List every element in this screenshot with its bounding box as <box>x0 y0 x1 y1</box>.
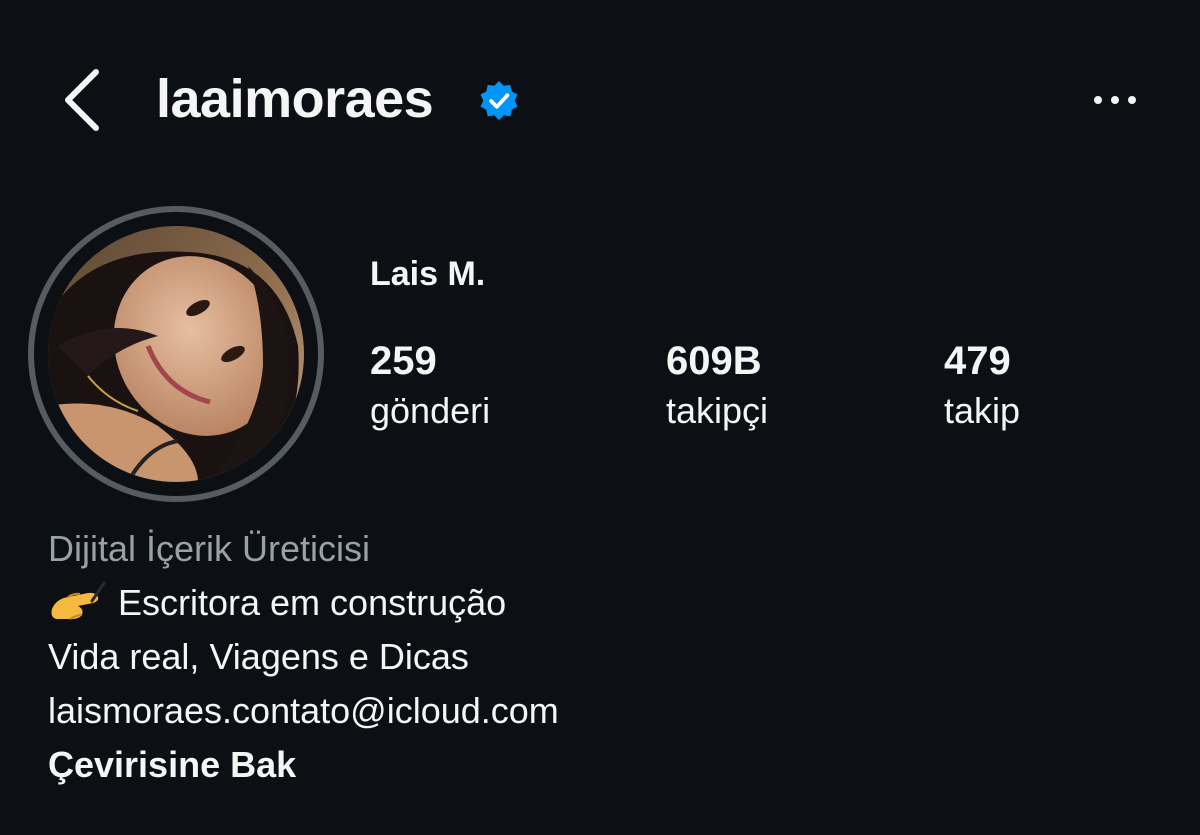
profile-username: laaimoraes <box>156 69 434 129</box>
verified-badge-icon <box>480 81 518 121</box>
followers-count: 609B <box>666 339 762 383</box>
following-label: takip <box>944 390 1021 431</box>
bio-email-link[interactable]: laismoraes.contato@icloud.com <box>48 684 559 738</box>
posts-label: gönderi <box>370 390 491 431</box>
writing-hand-icon <box>51 581 106 620</box>
posts-count: 259 <box>370 339 437 383</box>
bio-line-2: Vida real, Viagens e Dicas <box>48 636 469 677</box>
more-options-button[interactable] <box>1080 80 1150 120</box>
posts-stat[interactable]: 259 gönderi <box>370 336 490 436</box>
profile-header: laaimoraes <box>0 0 1200 200</box>
bio-line-1: Escritora em construção <box>48 576 559 630</box>
chevron-left-icon <box>65 69 99 131</box>
following-stat[interactable]: 479 takip <box>944 336 1020 436</box>
following-count: 479 <box>944 339 1011 383</box>
profile-bio: Dijital İçerik Üreticisi Escritora em co… <box>48 522 559 792</box>
profile-category: Dijital İçerik Üreticisi <box>48 528 371 569</box>
more-horizontal-icon <box>1094 96 1136 104</box>
profile-photo <box>48 226 304 482</box>
bio-line-1-text: Escritora em construção <box>118 582 507 623</box>
followers-label: takipçi <box>666 390 769 431</box>
followers-stat[interactable]: 609B takipçi <box>666 336 768 436</box>
back-button[interactable] <box>52 60 112 140</box>
profile-display-name: Lais M. <box>370 255 486 293</box>
see-translation-link[interactable]: Çevirisine Bak <box>48 738 559 792</box>
avatar[interactable] <box>48 226 304 482</box>
